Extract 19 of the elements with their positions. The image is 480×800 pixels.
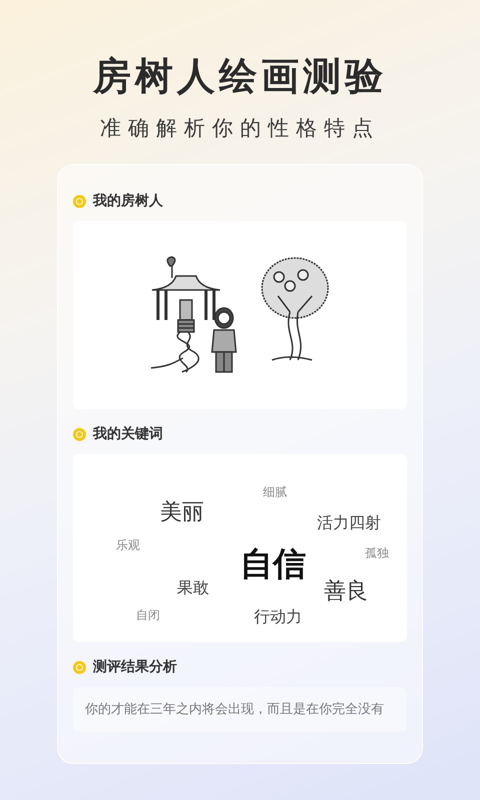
bullet-icon — [73, 661, 86, 674]
keyword: 善良 — [324, 581, 368, 603]
section-title: 我的关键词 — [93, 425, 163, 444]
keyword: 细腻 — [263, 486, 287, 498]
analysis-text: 你的才能在三年之内将会出现，而且是在你完全没有 — [85, 700, 384, 719]
keyword: 自闭 — [136, 609, 160, 621]
page-title: 房树人绘画测验 — [93, 53, 387, 100]
keyword: 美丽 — [160, 502, 204, 524]
keyword: 乐观 — [116, 539, 140, 551]
bullet-icon — [73, 428, 86, 441]
page-subtitle: 准确解析你的性格特点 — [100, 115, 380, 142]
section-title: 我的房树人 — [93, 192, 163, 211]
keyword: 孤独 — [365, 547, 389, 559]
bullet-icon — [73, 195, 86, 208]
keyword: 活力四射 — [317, 515, 381, 531]
section-title: 测评结果分析 — [93, 658, 177, 677]
keyword: 行动力 — [254, 609, 302, 625]
keyword: 自信 — [240, 547, 306, 580]
keyword: 果敢 — [177, 580, 209, 596]
